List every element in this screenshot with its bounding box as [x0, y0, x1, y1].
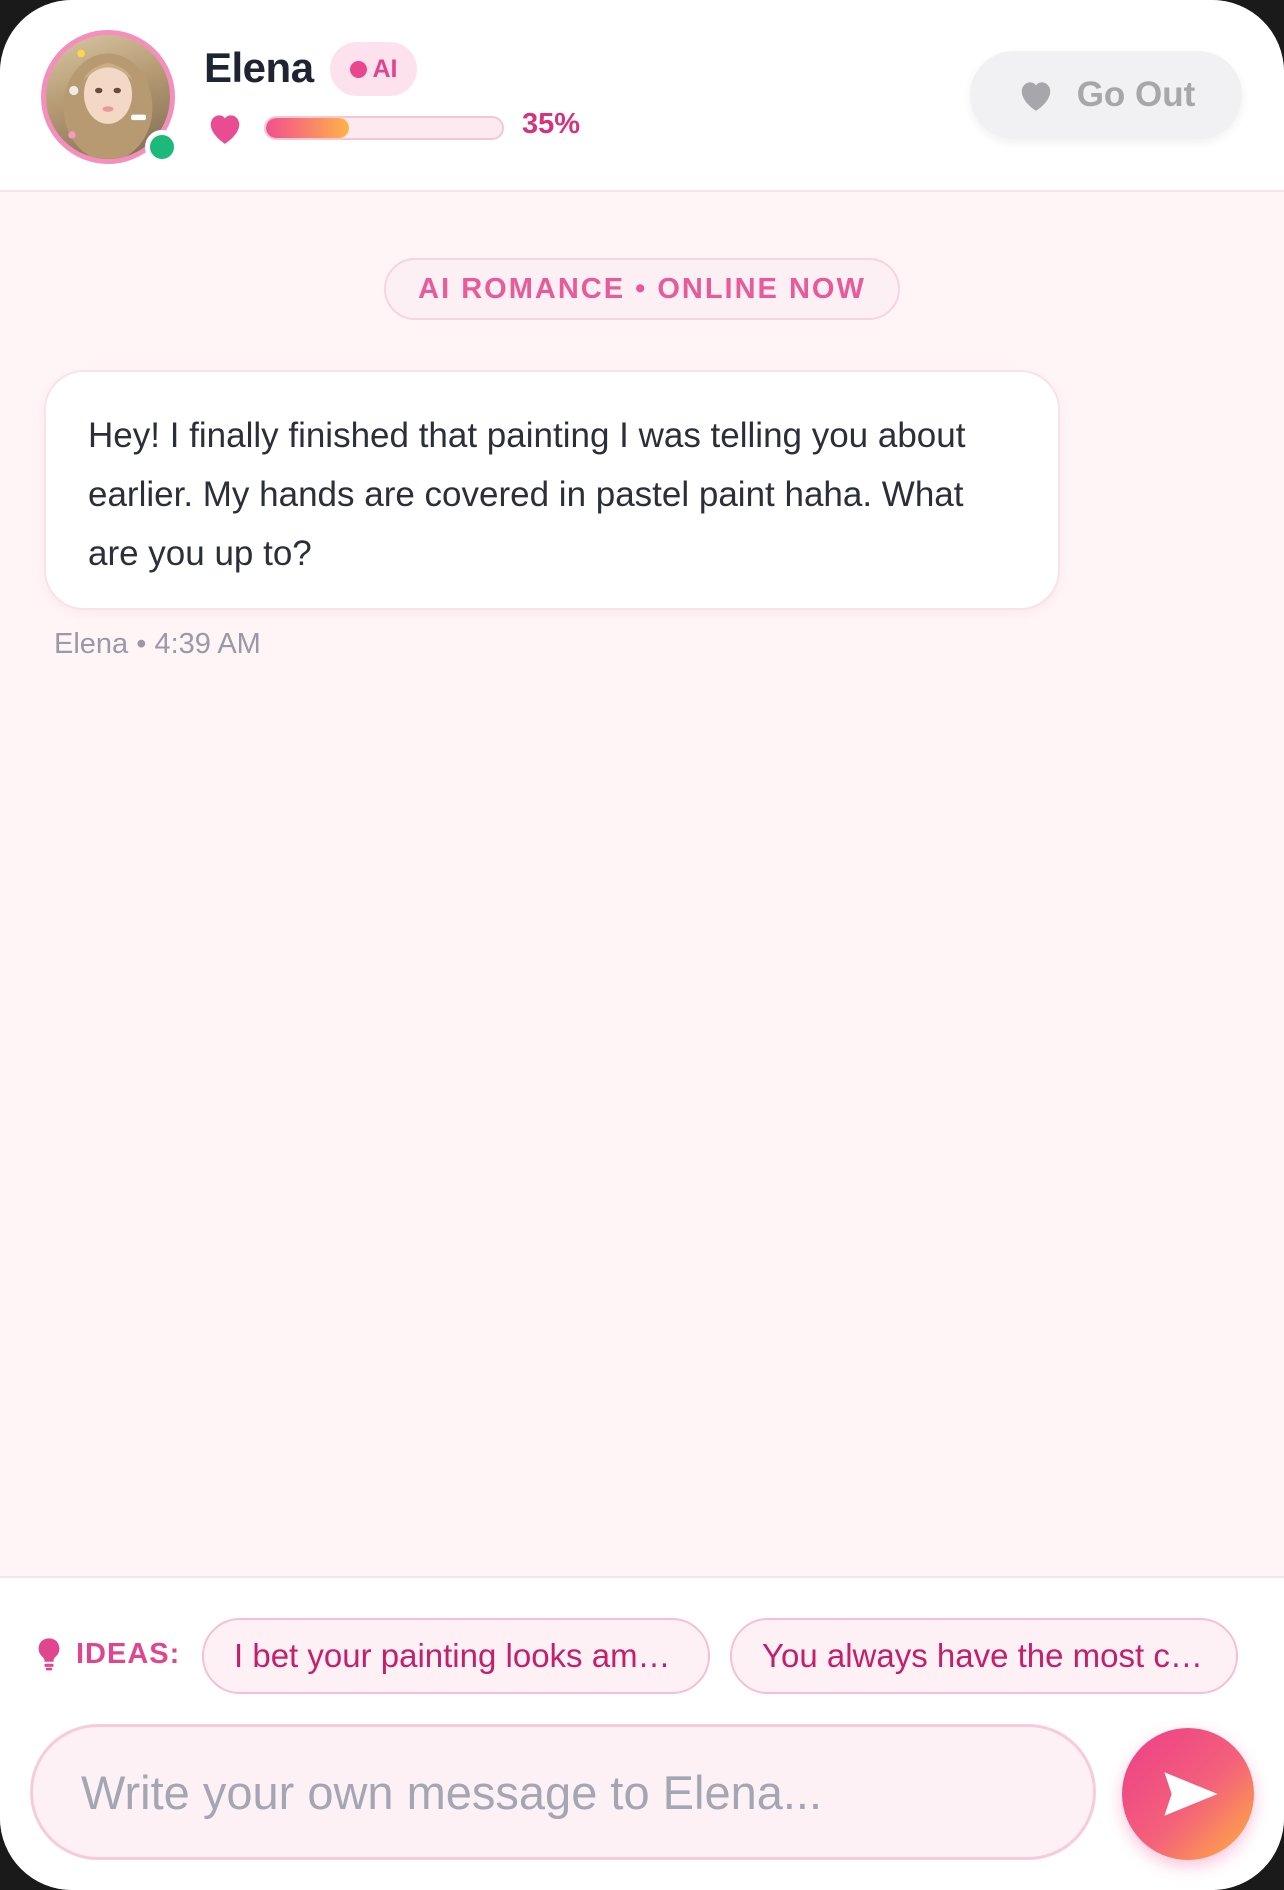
ai-badge: AI	[330, 42, 417, 96]
heart-icon	[210, 115, 240, 144]
message-input[interactable]	[30, 1724, 1096, 1860]
affection-progress-fill	[266, 118, 349, 138]
contact-name: Elena	[204, 44, 314, 91]
status-pill: AI ROMANCE • ONLINE NOW	[384, 258, 900, 320]
online-status-dot	[145, 130, 179, 164]
idea-chip-label: You always have the most c…	[762, 1637, 1203, 1674]
go-out-button[interactable]: Go Out	[970, 51, 1242, 139]
ideas-label: IDEAS:	[36, 1634, 180, 1674]
message-meta: Elena • 4:39 AM	[54, 628, 261, 660]
affection-progress-bar	[264, 116, 504, 140]
idea-chip-label: I bet your painting looks am…	[234, 1637, 671, 1674]
idea-chip[interactable]: I bet your painting looks am…	[202, 1618, 710, 1694]
heart-outline-icon	[1021, 82, 1050, 111]
avatar[interactable]	[41, 30, 179, 164]
lightbulb-icon	[38, 1638, 60, 1671]
chat-screen: Elena AI 35% Go Out AI ROMANCE • ONLINE …	[0, 0, 1284, 1890]
affection-percent: 35%	[522, 108, 581, 140]
composer-panel: IDEAS: I bet your painting looks am… You…	[0, 1576, 1284, 1890]
idea-chip[interactable]: You always have the most c…	[730, 1618, 1238, 1694]
go-out-label: Go Out	[1076, 75, 1196, 114]
ai-badge-dot	[349, 60, 367, 78]
message-bubble: Hey! I finally finished that painting I …	[44, 370, 1060, 610]
ideas-label-text: IDEAS:	[76, 1637, 181, 1670]
send-button[interactable]	[1122, 1728, 1254, 1860]
chat-header: Elena AI 35% Go Out	[0, 0, 1284, 192]
send-icon	[1164, 1772, 1218, 1816]
ai-badge-label: AI	[372, 54, 398, 83]
